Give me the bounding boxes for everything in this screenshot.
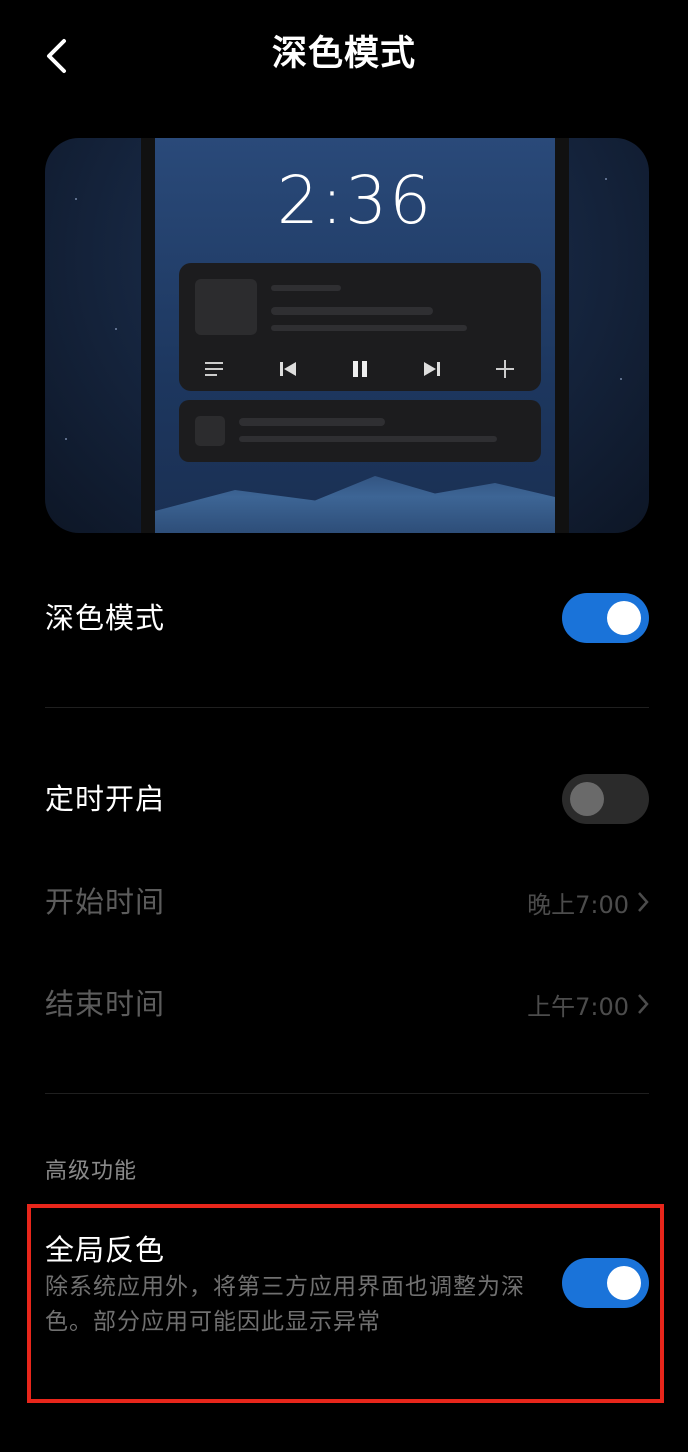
- start-time-value-wrap: 晚上7:00: [527, 885, 649, 920]
- notification-app-icon: [195, 416, 225, 446]
- divider: [45, 707, 649, 708]
- chevron-right-icon: [638, 892, 649, 912]
- dark-mode-row[interactable]: 深色模式: [45, 593, 649, 643]
- skip-previous-icon: [274, 355, 302, 383]
- preview-clock: 2:36: [276, 162, 434, 239]
- music-notification-card: [179, 263, 541, 391]
- playlist-icon: [201, 355, 229, 383]
- end-time-value: 上午7:00: [527, 992, 629, 1021]
- end-time-label: 结束时间: [45, 987, 166, 1021]
- top-bar: 深色模式: [0, 0, 688, 110]
- dark-mode-preview: 2:36: [45, 138, 649, 533]
- divider: [45, 1093, 649, 1094]
- start-time-value: 晚上7:00: [527, 890, 629, 919]
- end-time-value-wrap: 上午7:00: [527, 987, 649, 1022]
- dark-mode-toggle[interactable]: [562, 593, 649, 643]
- skip-next-icon: [418, 355, 446, 383]
- section-header-advanced: 高级功能: [45, 1159, 138, 1184]
- page-title: 深色模式: [271, 34, 416, 74]
- dark-mode-label: 深色模式: [45, 601, 166, 635]
- start-time-label: 开始时间: [45, 885, 166, 919]
- album-art: [195, 279, 257, 335]
- media-controls: [179, 355, 541, 383]
- toggle-knob: [607, 601, 641, 635]
- plus-icon: [491, 355, 519, 383]
- scheduled-toggle[interactable]: [562, 774, 649, 824]
- end-time-row[interactable]: 结束时间 上午7:00: [45, 982, 649, 1026]
- start-time-row[interactable]: 开始时间 晚上7:00: [45, 880, 649, 924]
- pause-icon: [346, 355, 374, 383]
- preview-phone: 2:36: [141, 138, 569, 533]
- notification-card: [179, 400, 541, 462]
- scheduled-label: 定时开启: [45, 782, 166, 816]
- wallpaper-landscape: [155, 476, 555, 533]
- scheduled-row[interactable]: 定时开启: [45, 774, 649, 824]
- highlight-box: [27, 1204, 664, 1403]
- chevron-right-icon: [638, 994, 649, 1014]
- toggle-knob: [570, 782, 604, 816]
